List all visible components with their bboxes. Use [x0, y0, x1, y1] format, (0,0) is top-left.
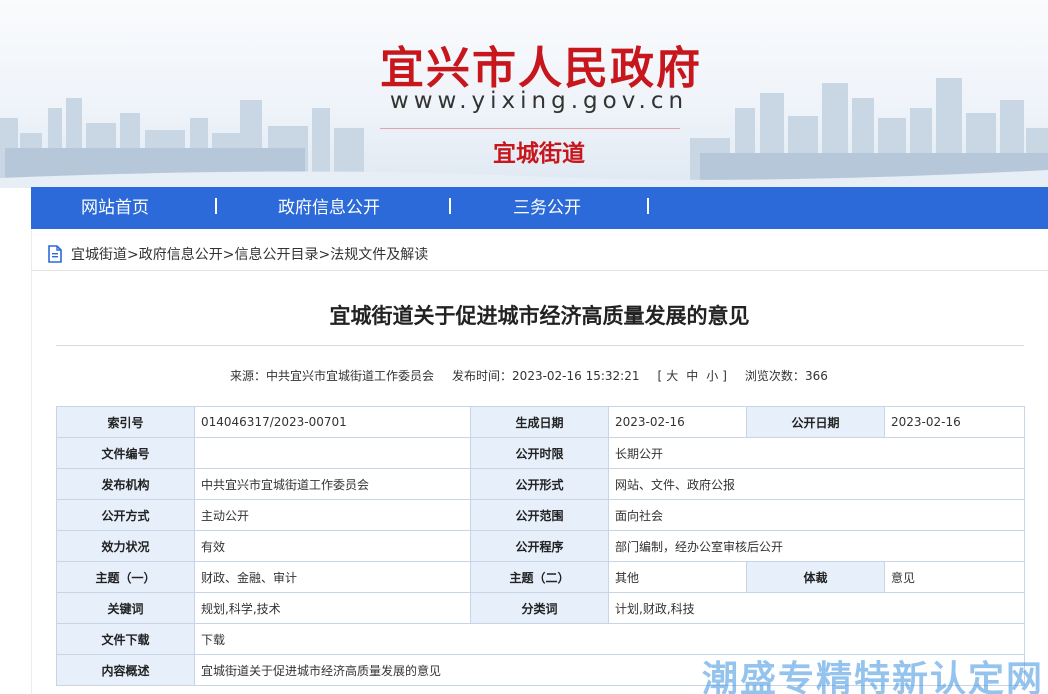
font-size-small[interactable]: 小: [706, 369, 718, 383]
article-meta: 来源：中共宜兴市宜城街道工作委员会 发布时间：2023-02-16 15:32:2…: [230, 367, 828, 384]
download-label: 文件下载: [56, 623, 195, 655]
issuer-label: 发布机构: [56, 468, 195, 500]
pub-form-value: 网站、文件、政府公报: [608, 468, 1025, 500]
download-link[interactable]: 下载: [201, 633, 225, 647]
pub-method-value: 主动公开: [194, 499, 471, 531]
validity-value: 有效: [194, 530, 471, 562]
nav-divider: [449, 198, 451, 214]
genre-value: 意见: [884, 561, 1025, 593]
source-value: 中共宜兴市宜城街道工作委员会: [266, 369, 435, 383]
pub-date-value: 2023-02-16: [884, 406, 1025, 438]
header-banner: 宜兴市人民政府 www.yixing.gov.cn 宜城街道: [0, 0, 1048, 188]
genre-label: 体裁: [746, 561, 885, 593]
site-subtitle: 宜城街道: [493, 140, 585, 167]
index-no-value: 014046317/2023-00701: [194, 406, 471, 438]
topic2-value: 其他: [608, 561, 747, 593]
topic1-value: 财政、金融、审计: [194, 561, 471, 593]
breadcrumb-item-yicheng[interactable]: 宜城街道: [71, 247, 127, 263]
pub-date-label: 公开日期: [746, 406, 885, 438]
nav-divider: [647, 198, 649, 214]
pub-scope-value: 面向社会: [608, 499, 1025, 531]
table-row: 主题（一） 财政、金融、审计 主题（二） 其他 体裁 意见: [56, 561, 1025, 593]
font-size-medium[interactable]: 中: [686, 369, 698, 383]
pub-scope-label: 公开范围: [470, 499, 609, 531]
pub-form-label: 公开形式: [470, 468, 609, 500]
gen-date-label: 生成日期: [470, 406, 609, 438]
keywords-label: 关键词: [56, 592, 195, 624]
gen-date-value: 2023-02-16: [608, 406, 747, 438]
main-nav: 网站首页 政府信息公开 三务公开: [31, 187, 1048, 229]
pub-proc-label: 公开程序: [470, 530, 609, 562]
nav-divider: [215, 198, 217, 214]
issuer-value: 中共宜兴市宜城街道工作委员会: [194, 468, 471, 500]
nav-item-three-affairs[interactable]: 三务公开: [513, 187, 581, 229]
pub-proc-value: 部门编制，经办公室审核后公开: [608, 530, 1025, 562]
nav-item-home[interactable]: 网站首页: [81, 187, 149, 229]
font-size-switcher: [大中小]: [657, 369, 727, 383]
doc-no-value: [194, 437, 471, 469]
pub-method-label: 公开方式: [56, 499, 195, 531]
keywords-value: 规划,科学,技术: [194, 592, 471, 624]
title-divider: [56, 345, 1024, 346]
breadcrumb-item-regulations[interactable]: 法规文件及解读: [330, 247, 428, 263]
pub-limit-value: 长期公开: [608, 437, 1025, 469]
font-size-large[interactable]: 大: [666, 369, 678, 383]
views-label: 浏览次数：: [744, 369, 805, 383]
site-url: www.yixing.gov.cn: [389, 88, 689, 114]
subtitle-rule: [380, 128, 680, 129]
views-count: 366: [804, 369, 828, 383]
breadcrumb-separator: >: [127, 247, 139, 263]
category-value: 计划,财政,科技: [608, 592, 1025, 624]
publish-time-label: 发布时间：: [452, 369, 513, 383]
watermark-text: 潮盛专精特新认定网: [701, 659, 1044, 694]
table-row: 发布机构 中共宜兴市宜城街道工作委员会 公开形式 网站、文件、政府公报: [56, 468, 1025, 500]
breadcrumb-item-catalog[interactable]: 信息公开目录: [234, 247, 318, 263]
breadcrumb-item-gov-info[interactable]: 政府信息公开: [139, 247, 223, 263]
page-title: 宜城街道关于促进城市经济高质量发展的意见: [329, 304, 750, 328]
breadcrumb-separator: >: [318, 247, 331, 263]
breadcrumb-separator: >: [222, 247, 235, 263]
source-label: 来源：: [230, 369, 267, 383]
site-title: 宜兴市人民政府: [380, 43, 702, 94]
document-info-table: 索引号 014046317/2023-00701 生成日期 2023-02-16…: [56, 406, 1025, 686]
summary-label: 内容概述: [56, 654, 195, 686]
table-row: 公开方式 主动公开 公开范围 面向社会: [56, 499, 1025, 531]
nav-item-gov-info[interactable]: 政府信息公开: [278, 187, 380, 229]
publish-time-value: 2023-02-16 15:32:21: [512, 369, 640, 383]
document-icon: [48, 245, 62, 263]
validity-label: 效力状况: [56, 530, 195, 562]
topic1-label: 主题（一）: [56, 561, 195, 593]
category-label: 分类词: [470, 592, 609, 624]
index-no-label: 索引号: [56, 406, 195, 438]
pub-limit-label: 公开时限: [470, 437, 609, 469]
table-row: 效力状况 有效 公开程序 部门编制，经办公室审核后公开: [56, 530, 1025, 562]
table-row: 索引号 014046317/2023-00701 生成日期 2023-02-16…: [56, 406, 1025, 438]
topic2-label: 主题（二）: [470, 561, 609, 593]
breadcrumb: 宜城街道>政府信息公开>信息公开目录>法规文件及解读: [31, 241, 1048, 271]
table-row: 文件编号 公开时限 长期公开: [56, 437, 1025, 469]
doc-no-label: 文件编号: [56, 437, 195, 469]
table-row: 关键词 规划,科学,技术 分类词 计划,财政,科技: [56, 592, 1025, 624]
